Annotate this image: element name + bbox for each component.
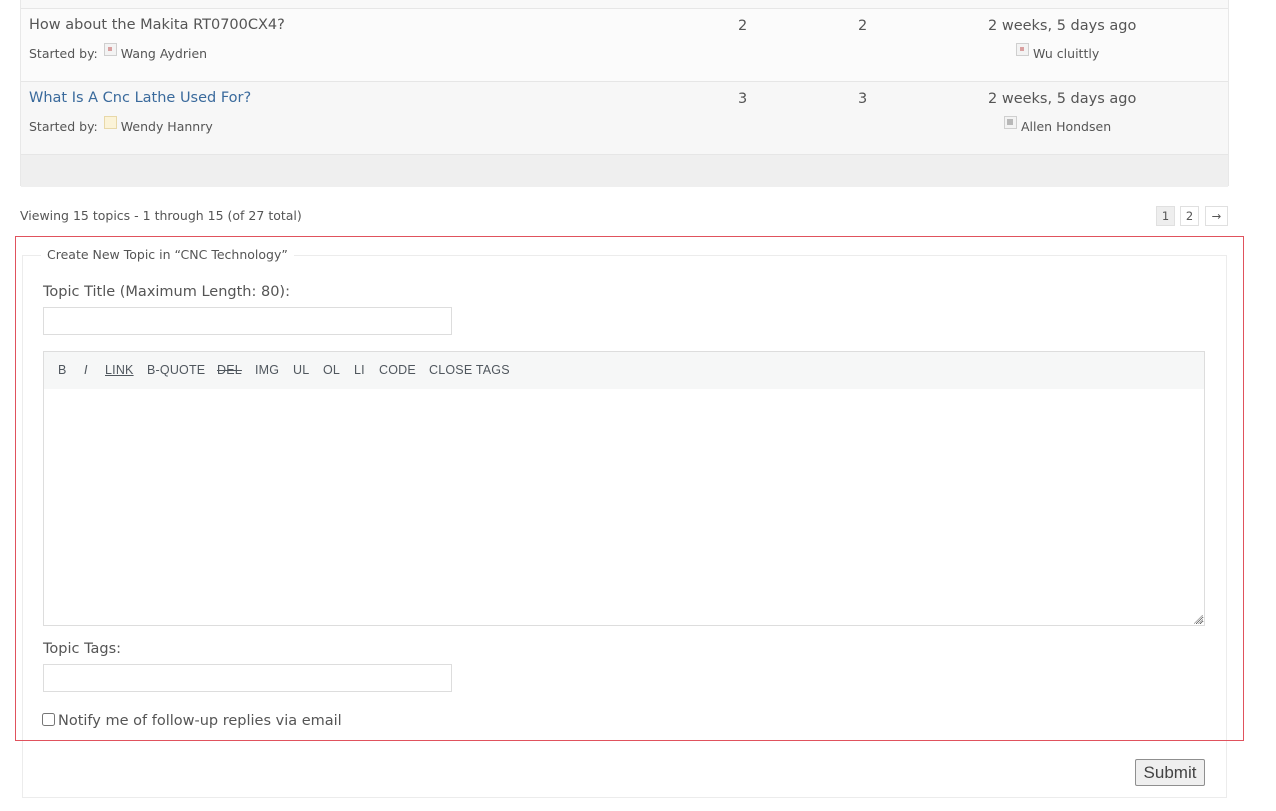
content-editor: B I LINK B-QUOTE DEL IMG UL OL LI CODE C… — [43, 351, 1205, 626]
avatar[interactable] — [103, 43, 117, 56]
topic-row: How about the Makita RT0700CX4? Started … — [21, 8, 1228, 81]
topic-title[interactable]: What Is A Cnc Lathe Used For? — [29, 90, 251, 106]
submit-button[interactable]: Submit — [1135, 759, 1205, 786]
topic-started-by: Started by: Wendy Hannry — [29, 116, 213, 134]
topic-title-label: Topic Title (Maximum Length: 80): — [43, 284, 290, 300]
last-poster: Wu cluittly — [1014, 43, 1099, 61]
del-button[interactable]: DEL — [217, 363, 242, 377]
code-button[interactable]: CODE — [379, 363, 416, 377]
notify-checkbox[interactable] — [42, 713, 55, 726]
link-button[interactable]: LINK — [105, 363, 134, 377]
started-by-label: Started by: — [29, 46, 98, 61]
freshness-link[interactable]: 2 weeks, 5 days ago — [988, 91, 1136, 107]
topic-row: What Is A Cnc Lathe Used For? Started by… — [21, 81, 1228, 154]
avatar[interactable] — [103, 116, 117, 129]
resize-grip-icon[interactable] — [1194, 615, 1203, 624]
voice-count: 3 — [738, 91, 748, 107]
close-tags-button[interactable]: CLOSE TAGS — [429, 363, 510, 377]
post-count: 2 — [858, 18, 868, 34]
form-legend: Create New Topic in “CNC Technology” — [41, 247, 294, 262]
topic-author[interactable]: Wang Aydrien — [121, 46, 207, 61]
bold-button[interactable]: B — [58, 363, 67, 377]
post-count: 3 — [858, 91, 868, 107]
notify-option[interactable]: Notify me of follow-up replies via email — [42, 713, 342, 729]
started-by-label: Started by: — [29, 119, 98, 134]
topics-footer — [21, 154, 1228, 187]
li-button[interactable]: LI — [354, 363, 365, 377]
topic-tags-input[interactable] — [43, 664, 452, 692]
italic-button[interactable]: I — [84, 363, 88, 377]
topics-table: How about the Makita RT0700CX4? Started … — [20, 0, 1229, 187]
img-button[interactable]: IMG — [255, 363, 279, 377]
quicktags-toolbar: B I LINK B-QUOTE DEL IMG UL OL LI CODE C… — [44, 352, 1204, 390]
freshness-link[interactable]: 2 weeks, 5 days ago — [988, 18, 1136, 34]
last-poster-name[interactable]: Wu cluittly — [1033, 46, 1099, 61]
ol-button[interactable]: OL — [323, 363, 340, 377]
topic-title-input[interactable] — [43, 307, 452, 335]
voice-count: 2 — [738, 18, 748, 34]
topic-author[interactable]: Wendy Hannry — [121, 119, 213, 134]
page-current: 1 — [1156, 206, 1175, 226]
ul-button[interactable]: UL — [293, 363, 309, 377]
avatar[interactable] — [1016, 43, 1029, 56]
content-textarea[interactable] — [44, 389, 1204, 625]
topic-tags-label: Topic Tags: — [43, 641, 122, 657]
pagination-count: Viewing 15 topics - 1 through 15 (of 27 … — [20, 208, 302, 223]
topic-started-by: Started by: Wang Aydrien — [29, 43, 207, 61]
last-poster-name[interactable]: Allen Hondsen — [1021, 119, 1111, 134]
next-page-link[interactable]: → — [1205, 206, 1228, 226]
last-poster: Allen Hondsen — [1002, 116, 1111, 134]
blockquote-button[interactable]: B-QUOTE — [147, 363, 205, 377]
avatar[interactable] — [1004, 116, 1017, 129]
notify-label: Notify me of follow-up replies via email — [58, 713, 342, 729]
page-2-link[interactable]: 2 — [1180, 206, 1199, 226]
topic-title[interactable]: How about the Makita RT0700CX4? — [29, 17, 285, 33]
